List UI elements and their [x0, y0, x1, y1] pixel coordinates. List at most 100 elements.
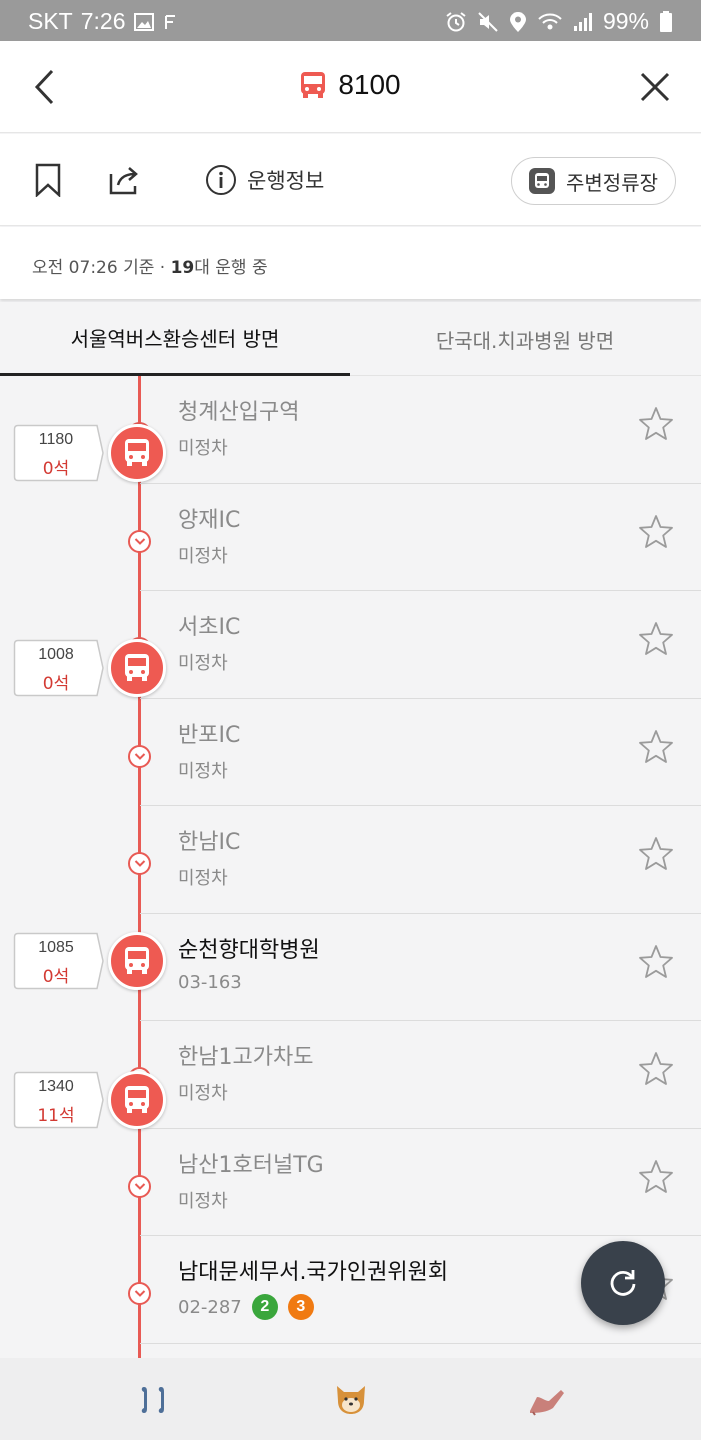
stop-row[interactable]: 양재IC 미정차 — [0, 484, 701, 591]
favorite-star-icon[interactable] — [638, 406, 674, 442]
stop-list[interactable]: 청계산입구역 미정차 양재IC 미정차 서초IC 미정차 반포IC 미정차 한남IC 미정차 순천향… — [0, 376, 701, 1358]
stop-sub-label: 02-287 — [178, 1296, 242, 1318]
favorite-star-icon[interactable] — [638, 944, 674, 980]
stop-status: 미정차 — [178, 649, 228, 675]
bookmark-icon — [35, 163, 61, 197]
bus-seat-count: 11석 — [37, 1106, 75, 1126]
stop-sub-label: 미정차 — [178, 760, 228, 782]
wifi-icon — [537, 11, 563, 33]
chevron-down-icon — [128, 744, 151, 768]
clock: 7:26 — [80, 8, 126, 34]
bus-seat-count: 0석 — [42, 674, 70, 694]
carrier-label: SKT — [28, 8, 73, 34]
close-icon — [640, 72, 670, 102]
bus-position-icon[interactable] — [108, 932, 166, 990]
stop-row[interactable]: 남산1호터널TG 미정차 — [0, 1129, 701, 1236]
operating-text: 대 운행 중 — [194, 258, 268, 278]
direction-tabs: 서울역버스환승센터 방면 단국대.치과병원 방면 — [0, 302, 701, 376]
route-toolbar: 운행정보 주변정류장 — [0, 134, 701, 226]
bus-info-tag[interactable]: 1085 0석 — [13, 932, 105, 990]
tab-seoul-station[interactable]: 서울역버스환승센터 방면 — [0, 302, 350, 376]
favorite-star-icon[interactable] — [638, 729, 674, 765]
nearby-stops-label: 주변정류장 — [566, 170, 658, 195]
stop-status: 미정차 — [178, 1187, 228, 1213]
mute-icon — [477, 11, 499, 33]
stop-row[interactable]: 반포IC 미정차 — [0, 699, 701, 806]
stop-status: 미정차 — [178, 864, 228, 890]
stop-name: 순천향대학병원 — [178, 937, 320, 963]
bus-info-tag[interactable]: 1340 11석 — [13, 1071, 105, 1129]
stop-name: 남대문세무서.국가인권위원회 — [178, 1260, 449, 1285]
bus-count: 19 — [170, 258, 195, 278]
f-icon — [162, 13, 178, 31]
bus-info-tag[interactable]: 1180 0석 — [13, 424, 105, 482]
subway-line-badge: 2 — [251, 1294, 278, 1320]
stop-sub-label: 미정차 — [178, 545, 228, 567]
stop-row[interactable]: 한남IC 미정차 — [0, 806, 701, 914]
refresh-icon — [610, 1270, 636, 1296]
bus-vehicle-number: 1085 — [38, 939, 74, 956]
refresh-button[interactable] — [581, 1241, 665, 1325]
route-title: 8100 — [0, 69, 701, 101]
stop-row[interactable]: 한남1고가차도미정차 — [0, 1021, 701, 1129]
signal-icon — [573, 12, 593, 32]
stop-status: 03-163 — [178, 972, 242, 993]
bus-icon — [301, 72, 326, 98]
alarm-icon — [445, 11, 467, 33]
subway-line-badge: 3 — [287, 1294, 314, 1320]
bus-stop-icon — [529, 168, 555, 194]
operation-status: 오전 07:26 기준 · 19대 운행 중 — [0, 227, 701, 299]
chevron-down-icon — [128, 852, 151, 875]
stop-status: 미정차 — [178, 542, 228, 568]
tab-dankook[interactable]: 단국대.치과병원 방면 — [350, 302, 700, 376]
stop-status: 미정차 — [178, 434, 228, 460]
bus-vehicle-number: 1008 — [38, 646, 74, 663]
share-button[interactable] — [105, 160, 145, 200]
app-header: 8100 — [0, 41, 701, 133]
stop-sub-label: 미정차 — [178, 438, 228, 459]
stop-row[interactable]: 청계산입구역미정차 — [0, 376, 701, 484]
stop-name: 서초IC — [178, 615, 241, 640]
nearby-stops-button[interactable]: 주변정류장 — [511, 157, 676, 205]
favorite-star-icon[interactable] — [638, 514, 674, 550]
image-icon — [133, 12, 154, 31]
chevron-down-icon — [128, 1174, 151, 1198]
route-info-button[interactable]: 운행정보 — [205, 164, 324, 196]
bus-info-tag[interactable]: 1008 0석 — [13, 639, 105, 697]
bone-icon[interactable] — [133, 1380, 173, 1420]
chevron-down-icon — [128, 1282, 151, 1305]
favorite-star-icon[interactable] — [638, 836, 674, 872]
bus-seat-count: 0석 — [42, 967, 70, 987]
share-icon — [109, 167, 138, 195]
bus-position-icon[interactable] — [108, 1071, 166, 1129]
bus-position-icon[interactable] — [108, 424, 166, 482]
stop-sub-label: 03-163 — [178, 971, 242, 993]
stop-sub-label: 미정차 — [178, 1190, 228, 1212]
bus-vehicle-number: 1180 — [38, 431, 74, 448]
route-number: 8100 — [338, 69, 401, 100]
location-icon — [509, 11, 527, 33]
shoe-icon[interactable] — [527, 1380, 567, 1420]
stop-sub-label: 미정차 — [178, 653, 228, 674]
stop-name: 남산1호터널TG — [178, 1152, 324, 1178]
stop-row[interactable]: 순천향대학병원 03-163 — [0, 914, 701, 1021]
stop-row[interactable]: 서초IC 미정차 — [0, 591, 701, 699]
favorite-star-icon[interactable] — [638, 1051, 674, 1087]
favorite-star-icon[interactable] — [638, 1159, 674, 1195]
favorite-star-icon[interactable] — [638, 621, 674, 657]
stop-sub-label: 미정차 — [178, 868, 228, 889]
route-info-label: 운행정보 — [247, 169, 325, 193]
chevron-down-icon — [128, 529, 151, 553]
stop-name: 반포IC — [178, 722, 241, 748]
base-time-text: 오전 07:26 기준 · — [32, 258, 171, 278]
close-button[interactable] — [631, 63, 679, 111]
stop-name: 청계산입구역 — [178, 400, 300, 425]
dog-icon[interactable] — [331, 1380, 371, 1420]
battery-icon — [659, 10, 673, 33]
bookmark-button[interactable] — [28, 160, 68, 200]
info-icon — [206, 165, 236, 195]
stop-name: 양재IC — [178, 507, 241, 533]
stop-status: 미정차 — [178, 1079, 228, 1105]
stop-name: 한남1고가차도 — [178, 1045, 314, 1070]
bus-position-icon[interactable] — [108, 639, 166, 697]
